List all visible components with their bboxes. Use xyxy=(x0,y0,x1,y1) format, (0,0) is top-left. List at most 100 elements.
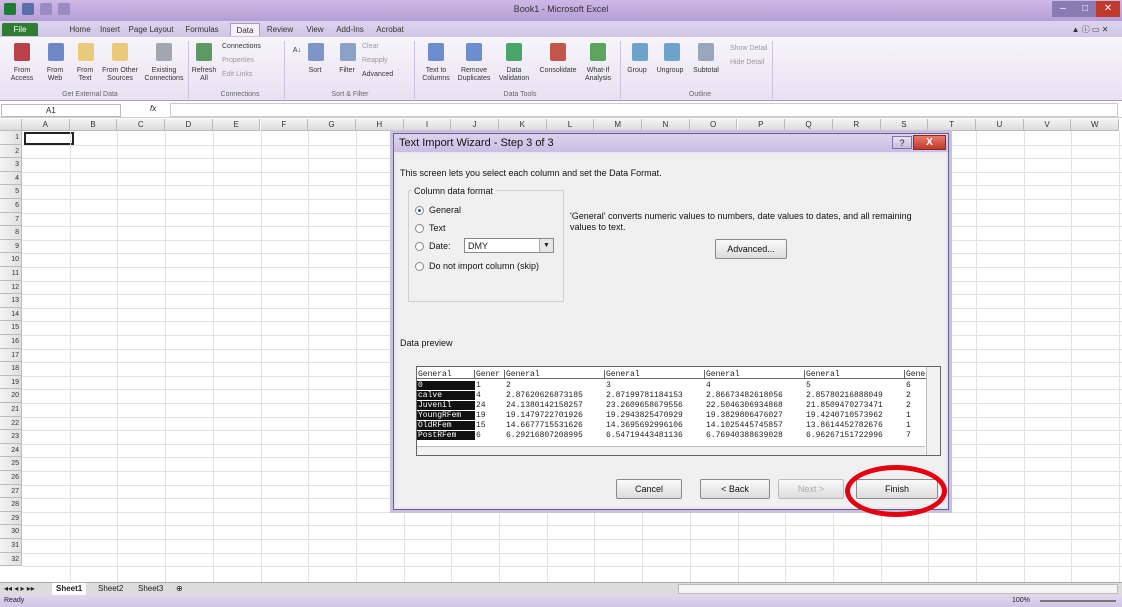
sheet-tab-1[interactable]: Sheet1 xyxy=(52,583,87,595)
row-header[interactable]: 14 xyxy=(0,307,22,322)
what-if-analysis-button[interactable]: What-If Analysis xyxy=(580,67,616,83)
name-box[interactable]: A1 xyxy=(1,104,121,117)
row-header[interactable]: 30 xyxy=(0,525,22,539)
row-header[interactable]: 16 xyxy=(0,335,22,349)
hide-detail-button[interactable]: Hide Detail xyxy=(730,59,776,67)
row-header[interactable]: 20 xyxy=(0,389,22,403)
select-all-corner[interactable] xyxy=(0,119,22,131)
row-header[interactable]: 11 xyxy=(0,267,22,281)
row-header[interactable]: 1 xyxy=(0,131,22,145)
from-access-button[interactable]: From Access xyxy=(6,67,38,83)
column-header[interactable]: M xyxy=(594,119,643,131)
column-header[interactable]: U xyxy=(976,119,1024,131)
row-header[interactable]: 24 xyxy=(0,443,22,458)
column-header[interactable]: Q xyxy=(785,119,833,131)
row-header[interactable]: 31 xyxy=(0,539,22,553)
tab-add-ins[interactable]: Add-Ins xyxy=(332,23,368,36)
clear-button[interactable]: Clear xyxy=(362,43,402,51)
column-header[interactable]: P xyxy=(737,119,786,131)
column-header[interactable]: V xyxy=(1023,119,1072,131)
tab-file[interactable]: File xyxy=(2,23,38,36)
minimize-button[interactable]: – xyxy=(1052,1,1074,17)
next-button[interactable]: Next > xyxy=(778,479,844,499)
back-button[interactable]: < Back xyxy=(700,479,770,499)
row-header[interactable]: 12 xyxy=(0,280,22,295)
close-window-button[interactable]: ✕ xyxy=(1096,1,1120,17)
fx-icon[interactable]: fx xyxy=(150,104,156,113)
row-header[interactable]: 13 xyxy=(0,294,22,308)
row-header[interactable]: 8 xyxy=(0,226,22,240)
column-header[interactable]: B xyxy=(69,119,118,131)
row-header[interactable]: 28 xyxy=(0,498,22,512)
row-header[interactable]: 19 xyxy=(0,375,22,390)
column-header[interactable]: T xyxy=(928,119,976,131)
from-web-button[interactable]: From Web xyxy=(40,67,70,83)
tab-view[interactable]: View xyxy=(302,23,328,36)
tab-page-layout[interactable]: Page Layout xyxy=(126,23,176,36)
connections-button[interactable]: Connections xyxy=(222,43,278,51)
column-header[interactable]: F xyxy=(260,119,309,131)
sort-az-button[interactable]: A↓ xyxy=(290,47,304,55)
radio-date[interactable] xyxy=(415,242,424,251)
sort-button[interactable]: Sort xyxy=(302,67,328,75)
preview-column-header[interactable]: General xyxy=(417,370,475,379)
preview-column-header[interactable]: Gener xyxy=(475,370,505,379)
column-header[interactable]: C xyxy=(117,119,166,131)
show-detail-button[interactable]: Show Detail xyxy=(730,45,776,53)
tab-acrobat[interactable]: Acrobat xyxy=(372,23,408,36)
row-header[interactable]: 22 xyxy=(0,416,22,431)
row-header[interactable]: 21 xyxy=(0,403,22,417)
properties-button[interactable]: Properties xyxy=(222,57,278,65)
group-button[interactable]: Group xyxy=(622,67,652,75)
row-header[interactable]: 27 xyxy=(0,484,22,499)
advanced-button[interactable]: Advanced... xyxy=(715,239,787,259)
active-cell[interactable] xyxy=(24,132,74,145)
row-header[interactable]: 18 xyxy=(0,362,22,376)
row-header[interactable]: 2 xyxy=(0,144,22,159)
data-validation-button[interactable]: Data Validation xyxy=(494,67,534,83)
row-header[interactable]: 5 xyxy=(0,185,22,199)
column-header[interactable]: H xyxy=(355,119,404,131)
advanced-filter-button[interactable]: Advanced xyxy=(362,71,408,79)
preview-vertical-scrollbar[interactable] xyxy=(926,367,940,455)
row-header[interactable]: 6 xyxy=(0,199,22,213)
preview-column-header[interactable]: General xyxy=(605,370,705,379)
column-header[interactable]: K xyxy=(499,119,547,131)
maximize-button[interactable]: □ xyxy=(1074,1,1096,17)
text-to-columns-button[interactable]: Text to Columns xyxy=(420,67,452,83)
row-header[interactable]: 4 xyxy=(0,171,22,186)
tab-data[interactable]: Data xyxy=(230,23,260,36)
help-button[interactable]: ? xyxy=(892,136,912,149)
from-text-button[interactable]: From Text xyxy=(70,67,100,83)
row-header[interactable]: 23 xyxy=(0,430,22,444)
row-header[interactable]: 25 xyxy=(0,457,22,471)
row-header[interactable]: 32 xyxy=(0,552,22,567)
column-header[interactable]: R xyxy=(832,119,881,131)
cancel-button[interactable]: Cancel xyxy=(616,479,682,499)
sheet-tab-3[interactable]: Sheet3 xyxy=(134,583,167,595)
remove-duplicates-button[interactable]: Remove Duplicates xyxy=(454,67,494,83)
tab-review[interactable]: Review xyxy=(262,23,298,36)
column-header[interactable]: W xyxy=(1071,119,1120,131)
radio-general[interactable] xyxy=(415,206,424,215)
preview-column-header[interactable]: General xyxy=(805,370,905,379)
row-header[interactable]: 10 xyxy=(0,253,22,267)
edit-links-button[interactable]: Edit Links xyxy=(222,71,278,79)
radio-skip[interactable] xyxy=(415,262,424,271)
tab-formulas[interactable]: Formulas xyxy=(182,23,222,36)
formula-input[interactable] xyxy=(170,103,1118,117)
ungroup-button[interactable]: Ungroup xyxy=(652,67,688,75)
refresh-all-button[interactable]: Refresh All xyxy=(188,67,220,83)
row-header[interactable]: 15 xyxy=(0,321,22,335)
sheet-tab-2[interactable]: Sheet2 xyxy=(94,583,127,595)
column-header[interactable]: A xyxy=(22,119,70,131)
column-header[interactable]: O xyxy=(689,119,738,131)
column-header[interactable]: D xyxy=(165,119,213,131)
subtotal-button[interactable]: Subtotal xyxy=(686,67,726,75)
consolidate-button[interactable]: Consolidate xyxy=(536,67,580,75)
row-header[interactable]: 17 xyxy=(0,348,22,363)
horizontal-scrollbar[interactable] xyxy=(678,584,1118,594)
from-other-sources-button[interactable]: From Other Sources xyxy=(98,67,142,83)
help-icon[interactable]: ▲ ⓘ ▭ ✕ xyxy=(1070,23,1110,36)
existing-connections-button[interactable]: Existing Connections xyxy=(142,67,186,83)
